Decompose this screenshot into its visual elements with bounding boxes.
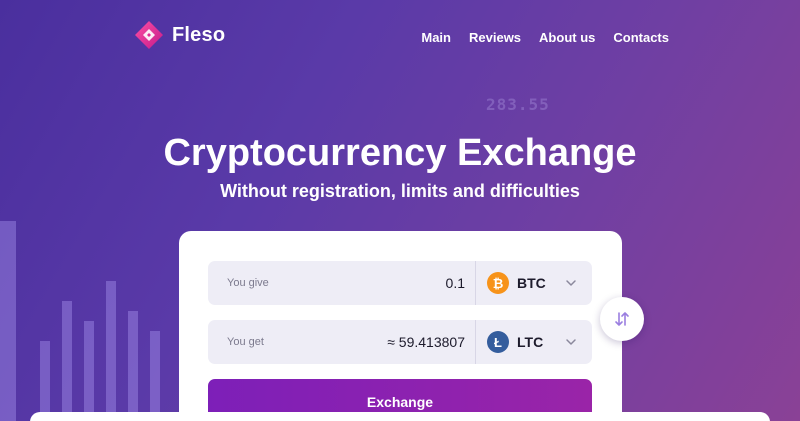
- give-label: You give: [227, 277, 269, 289]
- give-currency-select[interactable]: ₿ BTC: [487, 261, 592, 305]
- chevron-down-icon: [566, 280, 576, 286]
- get-label: You get: [227, 336, 264, 348]
- exchange-card: You give 0.1 ₿ BTC You get ≈ 59.413807 Ł…: [179, 231, 622, 421]
- background-candles-decoration: [0, 221, 160, 421]
- next-section-panel: [30, 412, 770, 421]
- get-amount-row[interactable]: You get ≈ 59.413807 Ł LTC: [208, 320, 592, 364]
- row-divider: [475, 261, 476, 305]
- site-header: Fleso Main Reviews About us Contacts: [0, 0, 800, 74]
- nav-link-reviews[interactable]: Reviews: [469, 30, 521, 45]
- background-price-ticker: 283.55: [486, 95, 550, 114]
- nav-link-about-us[interactable]: About us: [539, 30, 595, 45]
- diamond-logo-icon: [135, 21, 163, 49]
- chevron-down-icon: [566, 339, 576, 345]
- give-currency-code: BTC: [517, 275, 546, 291]
- hero-subtitle: Without registration, limits and difficu…: [220, 181, 580, 201]
- brand-name: Fleso: [172, 23, 226, 46]
- swap-currencies-button[interactable]: [600, 297, 644, 341]
- nav-link-contacts[interactable]: Contacts: [613, 30, 669, 45]
- hero-title: Cryptocurrency Exchange: [163, 132, 637, 174]
- get-currency-code: LTC: [517, 334, 544, 350]
- litecoin-icon: Ł: [487, 331, 509, 353]
- row-divider: [475, 320, 476, 364]
- brand-logo[interactable]: Fleso: [134, 20, 225, 50]
- give-amount-input[interactable]: 0.1: [446, 275, 465, 291]
- get-currency-select[interactable]: Ł LTC: [487, 320, 592, 364]
- swap-arrows-icon: [615, 312, 629, 326]
- main-nav: Main Reviews About us Contacts: [421, 30, 669, 45]
- get-amount-value: ≈ 59.413807: [387, 334, 465, 350]
- nav-link-main[interactable]: Main: [421, 30, 451, 45]
- give-amount-row[interactable]: You give 0.1 ₿ BTC: [208, 261, 592, 305]
- bitcoin-icon: ₿: [487, 272, 509, 294]
